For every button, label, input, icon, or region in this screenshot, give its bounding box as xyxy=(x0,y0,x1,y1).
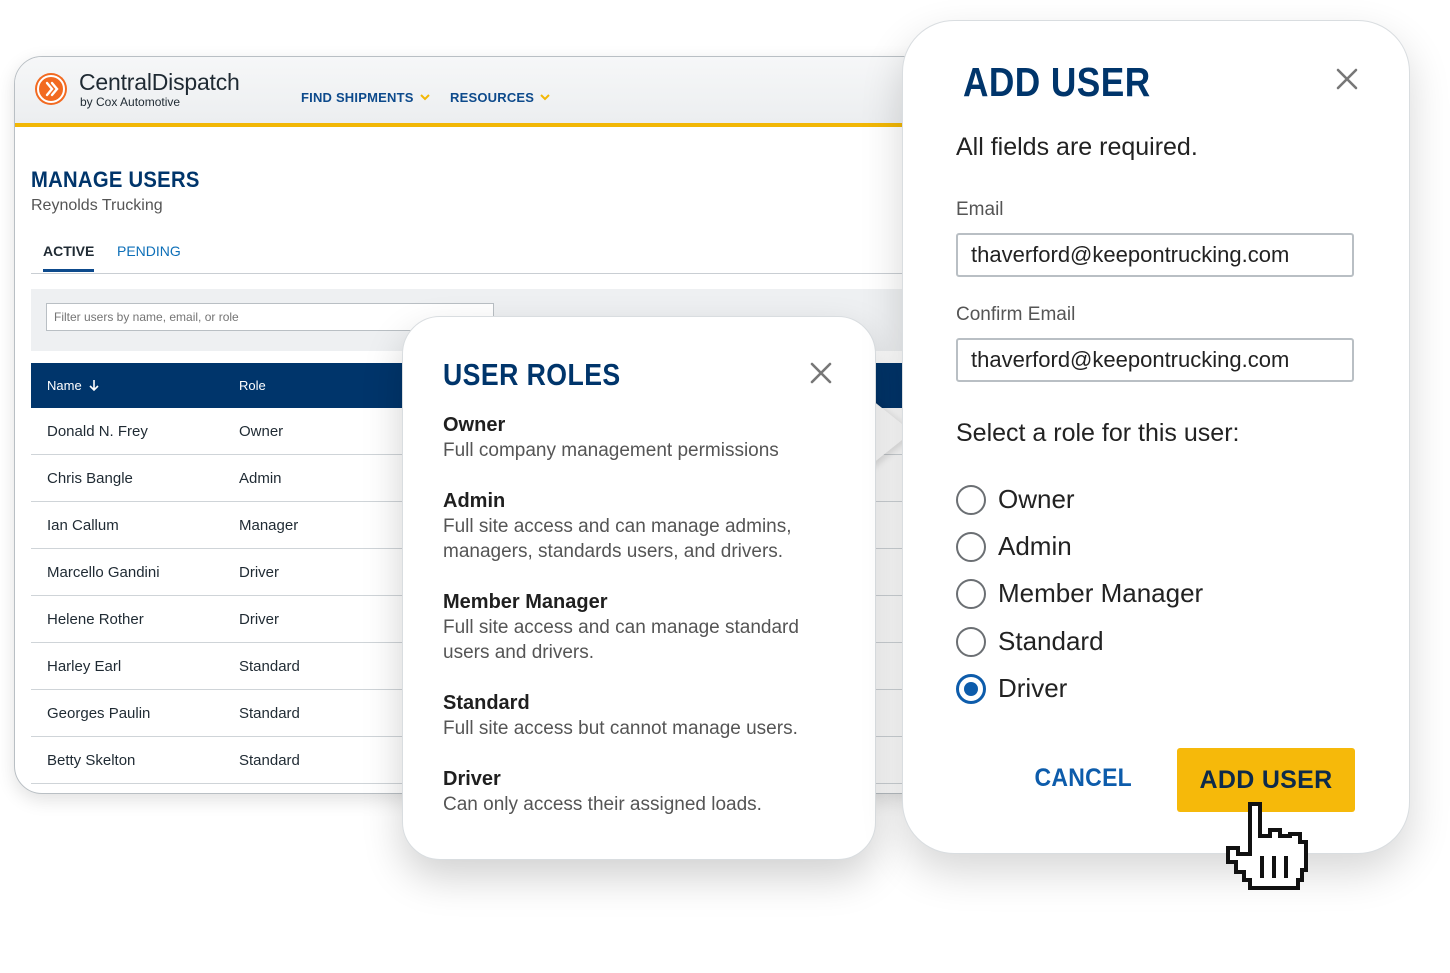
logo-mark-icon[interactable] xyxy=(35,73,67,105)
role-option-driver[interactable]: Driver xyxy=(956,673,1067,704)
column-header-name[interactable]: Name xyxy=(47,378,100,393)
user-role: Owner xyxy=(239,423,284,440)
role-desc: Full site access and can manage admins, … xyxy=(443,516,792,562)
pointer-hand-cursor-icon xyxy=(1226,802,1308,890)
nav-resources-label: RESOURCES xyxy=(450,90,535,105)
sort-down-arrow-icon xyxy=(89,380,99,392)
page-title: MANAGE USERS xyxy=(31,167,200,192)
role-desc: Full site access but cannot manage users… xyxy=(443,718,798,739)
role-description-member-manager: Member Manager Full site access and can … xyxy=(443,590,843,665)
radio-label: Member Manager xyxy=(998,578,1204,608)
user-tabs: ACTIVE PENDING xyxy=(31,235,921,274)
role-option-owner[interactable]: Owner xyxy=(956,484,1075,515)
user-name: Chris Bangle xyxy=(47,470,133,487)
role-desc: Full site access and can manage standard… xyxy=(443,617,799,663)
radio-label: Standard xyxy=(998,626,1104,656)
tab-active[interactable]: ACTIVE xyxy=(43,243,95,272)
radio-button[interactable] xyxy=(956,578,986,609)
role-option-standard[interactable]: Standard xyxy=(956,626,1104,657)
email-label: Email xyxy=(956,199,1004,220)
radio-button-selected[interactable] xyxy=(956,673,986,704)
user-name: Marcello Gandini xyxy=(47,564,160,581)
required-note: All fields are required. xyxy=(956,133,1198,161)
role-prompt: Select a role for this user: xyxy=(956,419,1240,447)
logo-name[interactable]: CentralDispatch xyxy=(79,69,240,96)
radio-button[interactable] xyxy=(956,531,986,562)
user-name: Donald N. Frey xyxy=(47,423,148,440)
email-field[interactable] xyxy=(956,233,1354,277)
logo-subtitle: by Cox Automotive xyxy=(80,95,181,109)
user-role: Standard xyxy=(239,752,300,769)
role-option-admin[interactable]: Admin xyxy=(956,531,1072,562)
user-name: Georges Paulin xyxy=(47,705,151,722)
user-name: Betty Skelton xyxy=(47,752,136,769)
chevron-down-icon xyxy=(540,94,550,101)
role-desc: Full company management permissions xyxy=(443,440,779,461)
role-desc: Can only access their assigned loads. xyxy=(443,794,762,815)
radio-button[interactable] xyxy=(956,484,986,515)
role-name: Driver xyxy=(443,768,501,790)
radio-label: Admin xyxy=(998,531,1072,561)
tab-pending[interactable]: PENDING xyxy=(117,243,181,269)
nav-resources[interactable]: RESOURCES xyxy=(450,90,550,105)
role-description-driver: Driver Can only access their assigned lo… xyxy=(443,767,843,817)
role-description-standard: Standard Full site access but cannot man… xyxy=(443,691,843,741)
user-role: Driver xyxy=(239,611,279,628)
user-role: Standard xyxy=(239,658,300,675)
role-description-admin: Admin Full site access and can manage ad… xyxy=(443,489,843,564)
user-role: Driver xyxy=(239,564,279,581)
role-name: Standard xyxy=(443,692,530,714)
user-name: Helene Rother xyxy=(47,611,144,628)
role-description-owner: Owner Full company management permission… xyxy=(443,413,843,463)
role-name: Member Manager xyxy=(443,591,608,613)
nav-find-shipments[interactable]: FIND SHIPMENTS xyxy=(301,90,430,105)
chevron-down-icon xyxy=(419,94,430,101)
role-name: Admin xyxy=(443,490,506,512)
radio-label: Driver xyxy=(998,673,1068,703)
close-icon[interactable] xyxy=(1335,67,1359,91)
user-role: Manager xyxy=(239,517,299,534)
modal-title: ADD USER xyxy=(963,59,1151,105)
user-role: Standard xyxy=(239,705,300,722)
radio-button[interactable] xyxy=(956,626,986,657)
close-icon[interactable] xyxy=(807,359,835,387)
cancel-button[interactable]: CANCEL xyxy=(1029,763,1138,794)
role-option-member-manager[interactable]: Member Manager xyxy=(956,578,1203,609)
radio-label: Owner xyxy=(998,484,1075,514)
confirm-email-field[interactable] xyxy=(956,338,1354,382)
roles-popover-title: USER ROLES xyxy=(443,357,621,392)
column-header-name-label: Name xyxy=(47,378,82,393)
confirm-email-label: Confirm Email xyxy=(956,304,1076,325)
user-role: Admin xyxy=(239,470,282,487)
add-user-modal: ADD USER All fields are required. Email … xyxy=(902,20,1410,854)
role-name: Owner xyxy=(443,414,506,436)
company-name: Reynolds Trucking xyxy=(31,197,163,214)
nav-find-shipments-label: FIND SHIPMENTS xyxy=(301,90,414,105)
user-name: Ian Callum xyxy=(47,517,119,534)
app-header: CentralDispatch by Cox Automotive FIND S… xyxy=(15,57,927,127)
user-roles-popover: USER ROLES Owner Full company management… xyxy=(402,316,876,860)
column-header-role[interactable]: Role xyxy=(239,378,266,393)
user-name: Harley Earl xyxy=(47,658,122,675)
